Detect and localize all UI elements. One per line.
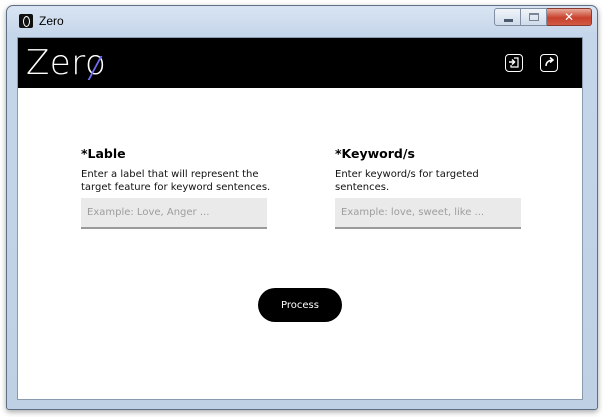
- maximize-icon: [529, 13, 539, 21]
- export-icon[interactable]: [540, 54, 558, 72]
- keyword-input[interactable]: [335, 198, 521, 229]
- app-logo: Zero: [26, 43, 107, 83]
- client-area: Zero *Lable Enter a label that will repr…: [17, 37, 583, 400]
- keyword-field-group: *Keyword/s Enter keyword/s for targeted …: [335, 146, 535, 229]
- window-controls: ✕: [494, 8, 592, 26]
- maximize-button[interactable]: [521, 8, 547, 26]
- label-field-group: *Lable Enter a label that will represent…: [81, 146, 281, 229]
- import-icon[interactable]: [505, 54, 523, 72]
- keyword-field-description: Enter keyword/s for targeted sentences.: [335, 169, 479, 193]
- minimize-button[interactable]: [494, 8, 521, 26]
- window-title: Zero: [39, 14, 64, 28]
- app-header: Zero: [18, 38, 582, 88]
- close-icon: ✕: [563, 10, 575, 24]
- label-input[interactable]: [81, 198, 267, 229]
- keyword-field-heading: *Keyword/s: [335, 146, 415, 161]
- title-bar[interactable]: Zero ✕: [7, 6, 597, 36]
- minimize-icon: [504, 19, 513, 22]
- label-field-heading: *Lable: [81, 146, 126, 161]
- process-button[interactable]: Process: [258, 288, 342, 322]
- app-window: Zero ✕ Zero *Lable Enter a label that wi…: [6, 5, 598, 410]
- label-field-description: Enter a label that will represent the ta…: [81, 169, 271, 193]
- app-icon: [19, 14, 33, 28]
- close-button[interactable]: ✕: [547, 8, 592, 26]
